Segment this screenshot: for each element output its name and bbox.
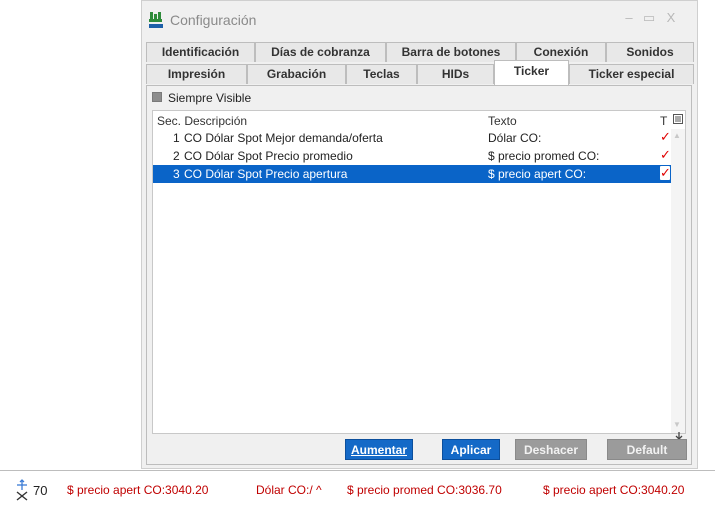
- move-arrows-icon[interactable]: [14, 479, 30, 501]
- column-header-sec-descripcion[interactable]: Sec. Descripción: [157, 114, 247, 128]
- tab-teclas[interactable]: Teclas: [346, 64, 417, 84]
- ticker-status-bar: 70 $ precio apert CO:3040.20 Dólar CO:/ …: [0, 470, 715, 506]
- configuracion-window: Configuración – ▭ X Identificación Días …: [141, 0, 698, 469]
- row-descripcion: CO Dólar Spot Precio promedio: [184, 149, 353, 163]
- tab-ticker-especial[interactable]: Ticker especial: [569, 64, 694, 84]
- tab-conexion[interactable]: Conexión: [516, 42, 606, 62]
- ticker-item: $ precio apert CO:3040.20: [67, 483, 209, 497]
- maximize-button[interactable]: ▭: [641, 10, 657, 26]
- tab-ticker[interactable]: Ticker: [494, 60, 569, 85]
- ticker-panel: Siempre Visible Sec. Descripción Texto T…: [146, 85, 692, 465]
- table-row-selected[interactable]: 3 CO Dólar Spot Precio apertura $ precio…: [153, 165, 672, 183]
- table-row[interactable]: 2 CO Dólar Spot Precio promedio $ precio…: [153, 147, 672, 165]
- vertical-scrollbar[interactable]: ▲ ▼: [671, 129, 685, 433]
- minimize-button[interactable]: –: [621, 10, 637, 25]
- close-button[interactable]: X: [663, 10, 679, 25]
- checkmark-icon[interactable]: ✓: [660, 130, 671, 144]
- checkmark-icon[interactable]: ✓: [660, 148, 671, 162]
- default-button[interactable]: Default: [607, 439, 687, 460]
- scroll-up-arrow-icon[interactable]: ▲: [673, 131, 681, 140]
- table-header: Sec. Descripción Texto T: [153, 111, 685, 129]
- window-title: Configuración: [170, 12, 257, 28]
- ticker-item: $ precio apert CO:3040.20: [543, 483, 685, 497]
- tabs-row-1: Identificación Días de cobranza Barra de…: [146, 42, 694, 63]
- column-menu-icon[interactable]: [673, 114, 683, 124]
- scroll-down-arrow-icon[interactable]: ▼: [673, 420, 681, 429]
- tab-dias-de-cobranza[interactable]: Días de cobranza: [255, 42, 386, 62]
- row-texto: $ precio apert CO:: [488, 167, 587, 181]
- tab-impresion[interactable]: Impresión: [146, 64, 247, 84]
- ticker-count: 70: [33, 483, 48, 498]
- tab-identificacion[interactable]: Identificación: [146, 42, 255, 62]
- tab-barra-de-botones[interactable]: Barra de botones: [386, 42, 516, 62]
- app-logo-icon: [149, 12, 163, 28]
- tabs-row-2: Impresión Grabación Teclas HIDs Ticker T…: [146, 60, 694, 85]
- ticker-item: $ precio promed CO:3036.70: [347, 483, 502, 497]
- checkmark-icon[interactable]: ✓: [660, 166, 671, 180]
- row-descripcion: CO Dólar Spot Mejor demanda/oferta: [184, 131, 383, 145]
- column-header-t[interactable]: T: [660, 114, 667, 128]
- table-row[interactable]: 1 CO Dólar Spot Mejor demanda/oferta Dól…: [153, 129, 672, 147]
- row-texto: $ precio promed CO:: [488, 149, 600, 163]
- aumentar-button[interactable]: Aumentar: [345, 439, 413, 460]
- row-number: 3: [173, 167, 180, 181]
- siempre-visible-label: Siempre Visible: [168, 91, 252, 105]
- row-texto: Dólar CO:: [488, 131, 542, 145]
- row-descripcion: CO Dólar Spot Precio apertura: [184, 167, 348, 181]
- column-header-texto[interactable]: Texto: [488, 114, 517, 128]
- title-bar[interactable]: Configuración – ▭ X: [142, 1, 697, 37]
- tab-grabacion[interactable]: Grabación: [247, 64, 346, 84]
- aplicar-button[interactable]: Aplicar: [442, 439, 500, 460]
- row-number: 2: [173, 149, 180, 163]
- ticker-table: Sec. Descripción Texto T 1 CO Dólar Spot…: [152, 110, 686, 434]
- row-number: 1: [173, 131, 180, 145]
- tab-hids[interactable]: HIDs: [417, 64, 494, 84]
- checkbox-square-icon[interactable]: [152, 92, 162, 102]
- ticker-item: Dólar CO:/ ^: [256, 483, 322, 497]
- tab-sonidos[interactable]: Sonidos: [606, 42, 694, 62]
- deshacer-button[interactable]: Deshacer: [515, 439, 587, 460]
